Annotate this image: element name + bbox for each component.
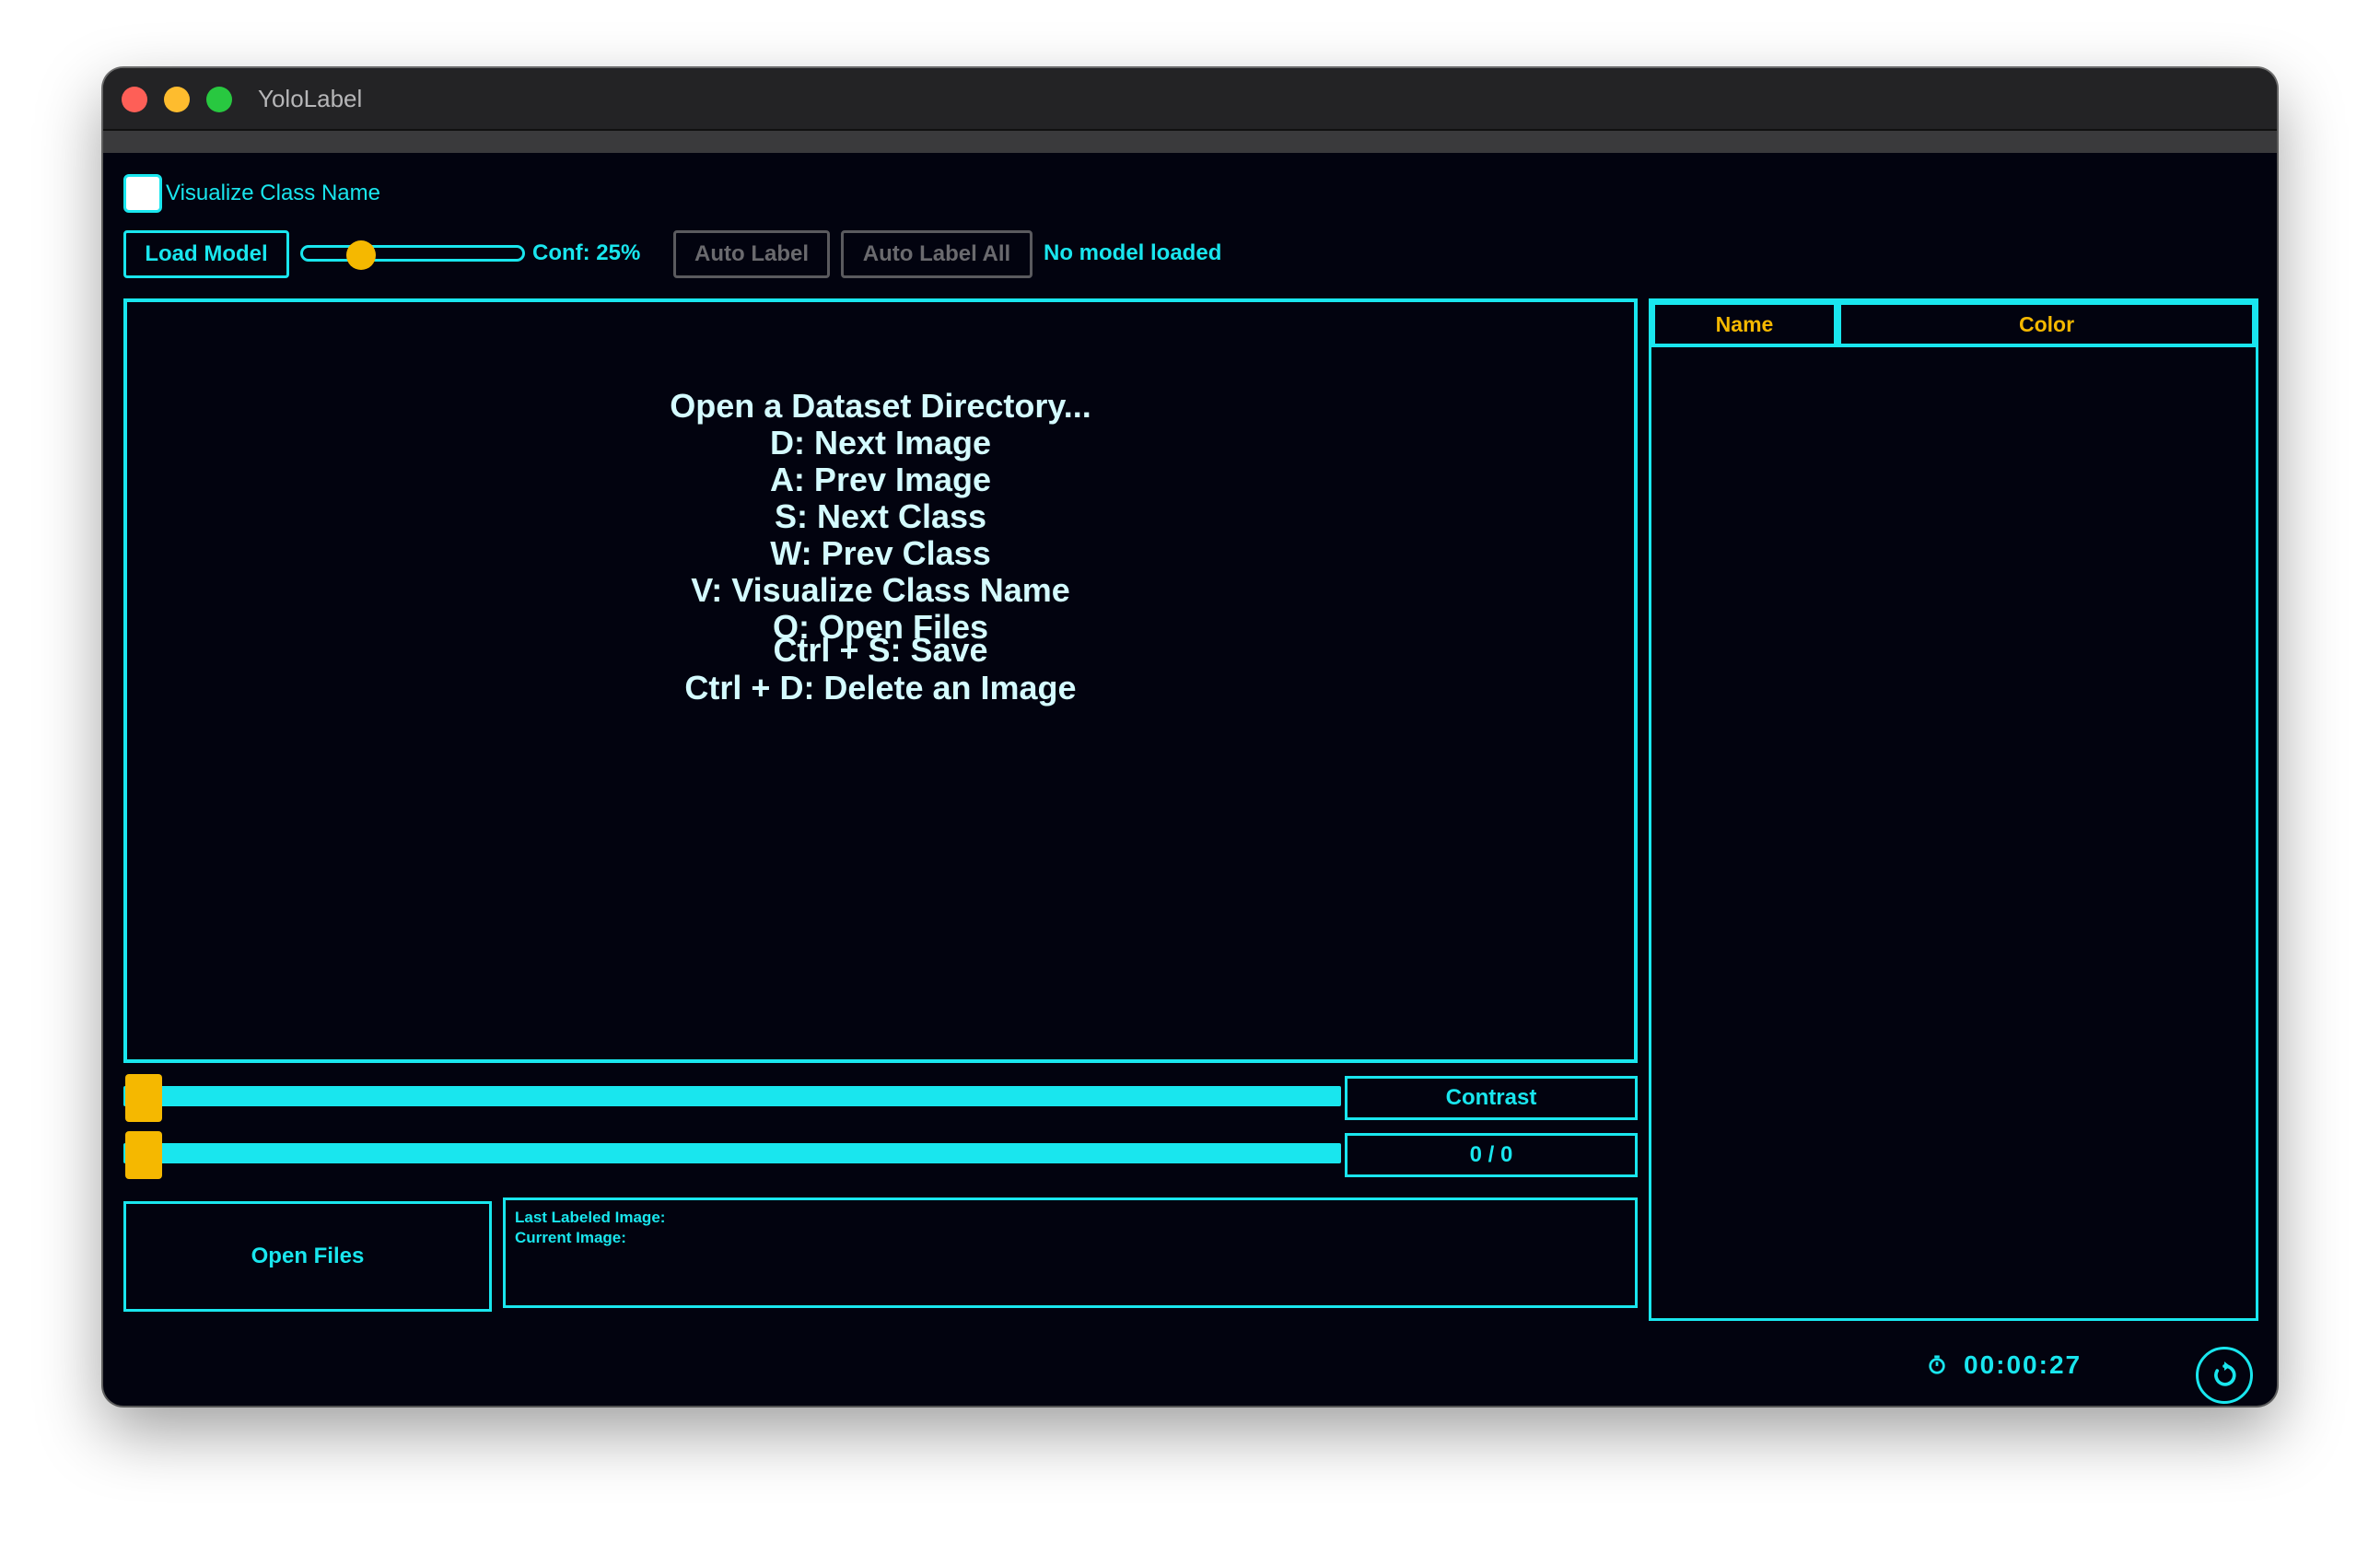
help-line: Ctrl + S: Save (773, 631, 988, 669)
contrast-label: Contrast (1345, 1076, 1638, 1120)
confidence-value: Conf: 25% (532, 240, 641, 265)
help-line: S: Next Class (774, 497, 987, 535)
stopwatch-icon (1929, 1355, 1945, 1374)
help-line: W: Prev Class (770, 534, 991, 572)
title-bar: YoloLabel (103, 68, 2277, 131)
help-line: D: Next Image (769, 424, 992, 461)
load-model-button[interactable]: Load Model (123, 230, 289, 278)
class-table[interactable]: Name Color (1649, 298, 2258, 1321)
image-index-slider-track[interactable] (123, 1143, 1341, 1163)
confidence-slider-track[interactable] (300, 245, 525, 262)
model-status: No model loaded (1044, 240, 1222, 265)
visualize-class-name-checkbox[interactable] (123, 174, 162, 213)
current-image-label: Current Image: (515, 1229, 626, 1246)
open-files-button[interactable]: Open Files (123, 1201, 492, 1312)
image-index-slider-handle[interactable] (125, 1131, 162, 1179)
timer-value: 00:00:27 (1964, 1350, 2082, 1379)
maximize-window-button[interactable] (206, 87, 232, 112)
toolbar-strip (103, 131, 2277, 153)
help-line: A: Prev Image (769, 461, 992, 498)
window-title: YoloLabel (258, 85, 363, 112)
contrast-slider-handle[interactable] (125, 1074, 162, 1122)
app-window: YoloLabel Visualize Class Name Load Mode… (103, 68, 2277, 1406)
last-labeled-image-label: Last Labeled Image: (515, 1209, 666, 1226)
help-line: Open a Dataset Directory... (670, 387, 1091, 425)
visualize-class-name-label: Visualize Class Name (166, 181, 380, 205)
visualize-class-name-option[interactable]: Visualize Class Name (123, 173, 380, 214)
reset-timer-button[interactable] (2196, 1347, 2253, 1404)
auto-label-button[interactable]: Auto Label (673, 230, 830, 278)
image-counter: 0 / 0 (1345, 1133, 1638, 1177)
auto-label-all-button[interactable]: Auto Label All (841, 230, 1032, 278)
session-timer: 00:00:27 (1927, 1350, 2082, 1380)
image-canvas[interactable]: Open a Dataset Directory... D: Next Imag… (123, 298, 1638, 1063)
image-info-box: Last Labeled Image: Current Image: (503, 1197, 1638, 1308)
help-line: Ctrl + D: Delete an Image (684, 669, 1077, 707)
column-header-color[interactable]: Color (1838, 301, 2256, 347)
contrast-slider-track[interactable] (123, 1086, 1341, 1106)
refresh-icon (2214, 1361, 2236, 1386)
column-header-name[interactable]: Name (1651, 301, 1838, 347)
help-line: V: Visualize Class Name (691, 571, 1070, 609)
minimize-window-button[interactable] (164, 87, 190, 112)
close-window-button[interactable] (122, 87, 147, 112)
confidence-slider-handle[interactable] (346, 240, 376, 270)
